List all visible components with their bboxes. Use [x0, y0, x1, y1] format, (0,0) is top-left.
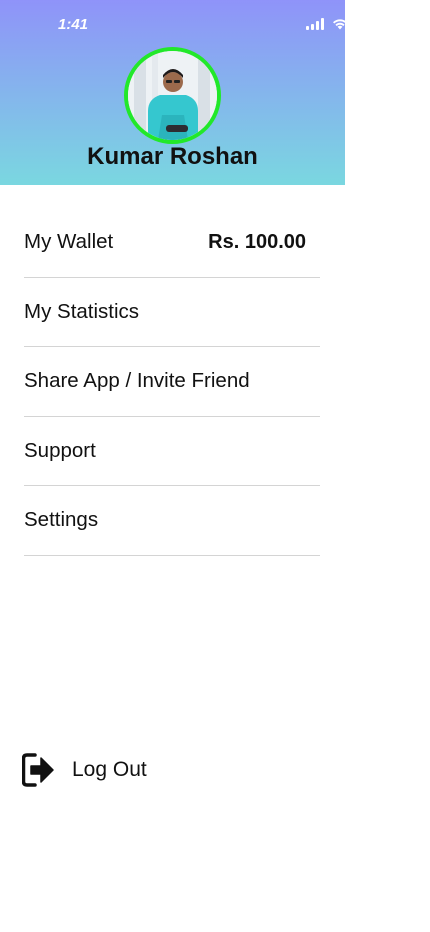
menu-item-my-wallet[interactable]: My Wallet Rs. 100.00 — [24, 208, 320, 278]
menu-item-label: My Statistics — [24, 299, 140, 323]
menu-item-support[interactable]: Support — [24, 417, 320, 486]
profile-header: 1:41 Kumar Roshan — [0, 0, 345, 185]
menu-item-label: Share App / Invite Friend — [24, 369, 250, 393]
drawer-menu: My Wallet Rs. 100.00 My Statistics Share… — [24, 208, 320, 556]
user-name: Kumar Roshan — [87, 143, 258, 170]
wallet-balance: Rs. 100.00 — [208, 230, 306, 253]
menu-item-share-app[interactable]: Share App / Invite Friend — [24, 347, 320, 417]
status-time: 1:41 — [58, 16, 89, 33]
menu-item-settings[interactable]: Settings — [24, 486, 320, 556]
status-icons — [306, 18, 345, 30]
wifi-icon — [333, 19, 345, 30]
menu-item-my-statistics[interactable]: My Statistics — [24, 278, 320, 347]
profile-photo — [128, 51, 217, 140]
menu-item-label: Settings — [24, 508, 99, 532]
logout-label: Log Out — [72, 758, 147, 781]
menu-item-label: My Wallet — [24, 230, 114, 254]
logout-icon — [22, 753, 54, 787]
logout-button[interactable]: Log Out — [22, 752, 147, 788]
signal-icon — [306, 18, 324, 30]
avatar[interactable] — [124, 47, 221, 144]
navigation-drawer: 1:41 Kumar Roshan My Wallet Rs. 100.00 M… — [0, 0, 345, 932]
menu-item-label: Support — [24, 438, 96, 462]
